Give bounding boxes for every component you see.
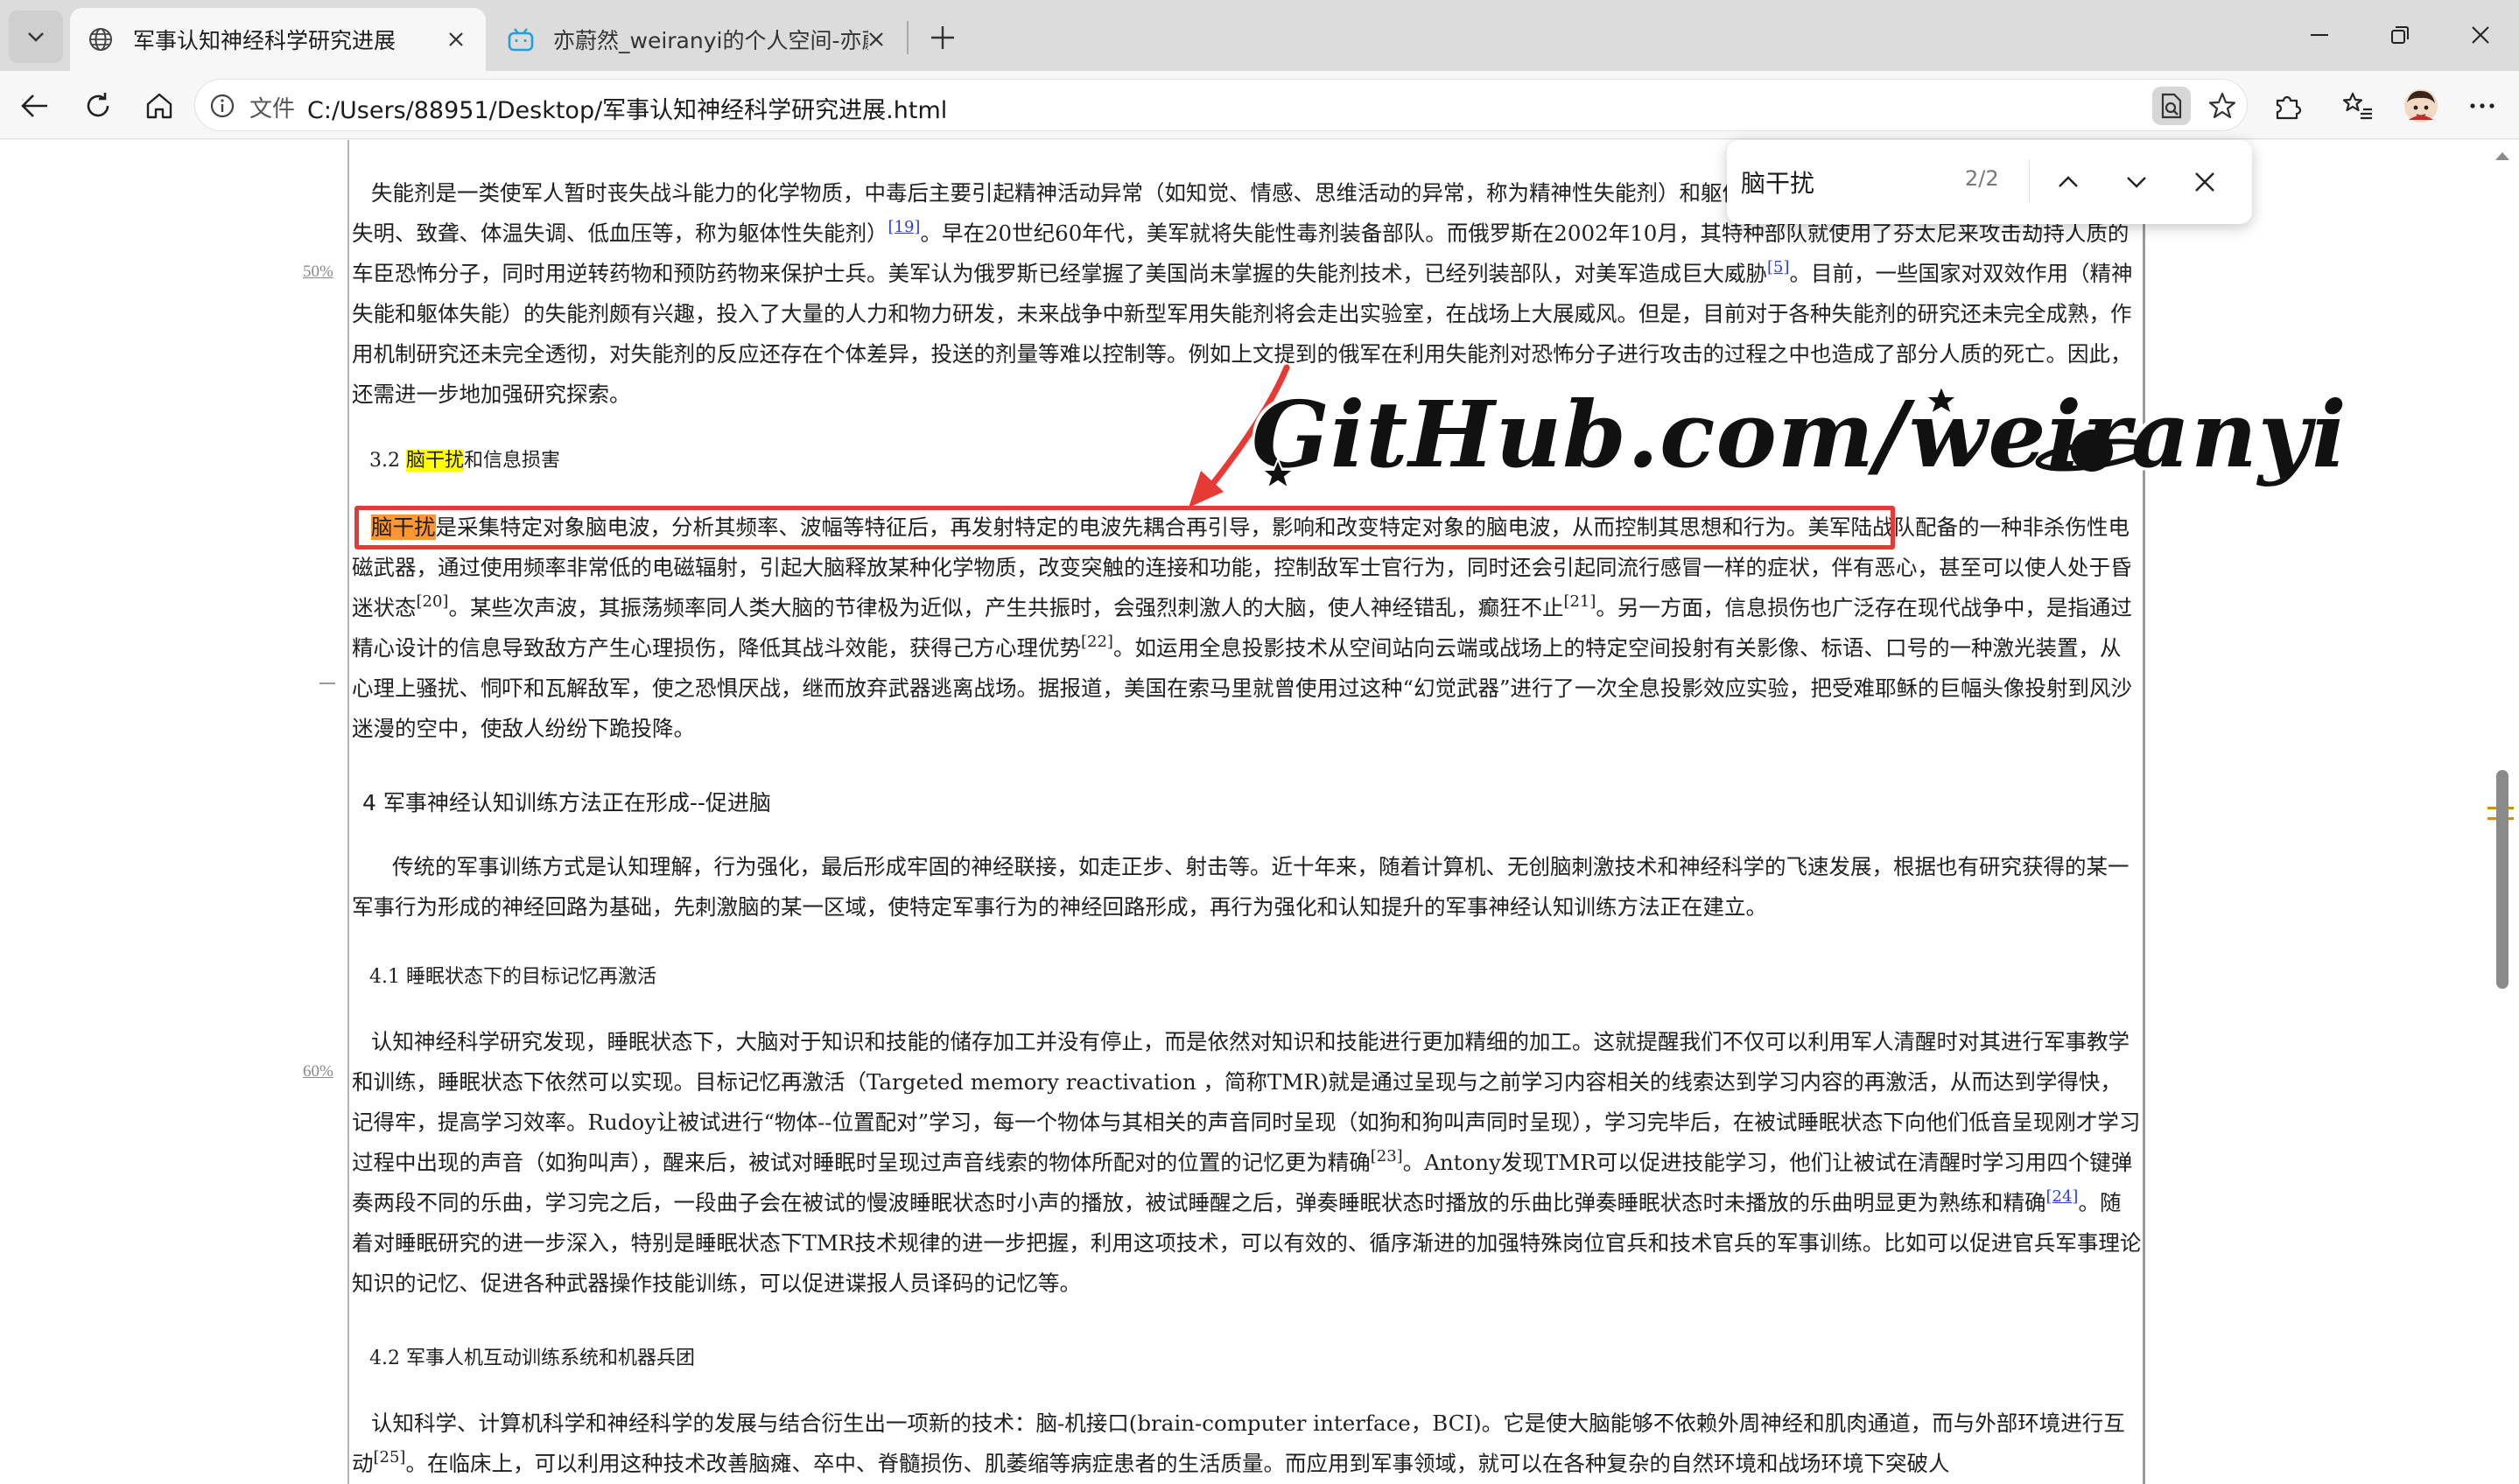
margin-dash xyxy=(319,682,335,684)
section-heading-4-2: 4.2 军事人机互动训练系统和机器兵团 xyxy=(369,1348,695,1369)
close-icon xyxy=(2195,172,2214,192)
find-input[interactable]: 脑干扰 xyxy=(1741,164,1814,200)
footnote-ref-text: [20] xyxy=(416,592,449,611)
globe-icon xyxy=(86,24,116,54)
profile-button[interactable] xyxy=(2398,83,2444,129)
chevron-down-icon xyxy=(2127,177,2146,188)
annotation-box xyxy=(354,506,1895,550)
tab-title: 军事认知神经科学研究进展 xyxy=(133,28,396,53)
scroll-up-arrow-icon[interactable] xyxy=(2493,149,2512,163)
section-heading-3-2: 3.2 脑干扰和信息损害 xyxy=(369,444,560,472)
section-heading-4: 4 军事神经认知训练方法正在形成--促进脑 xyxy=(362,790,771,816)
vertical-scrollbar[interactable] xyxy=(2486,140,2519,1484)
heading-number: 3.2 xyxy=(369,450,406,472)
footnote-ref[interactable]: [23] xyxy=(1371,1147,1403,1166)
footnote-ref[interactable]: [20] xyxy=(417,592,449,611)
tab-strip: 军事认知神经科学研究进展 亦蔚然_weiranyi的个人空间-亦蔚然 xyxy=(0,0,2519,71)
back-button[interactable] xyxy=(12,83,58,129)
footnote-ref[interactable]: [21] xyxy=(1563,592,1596,611)
footnote-ref-text: [21] xyxy=(1563,592,1596,611)
avatar xyxy=(2404,89,2438,122)
info-icon[interactable] xyxy=(209,93,235,119)
margin-note[interactable]: 60% xyxy=(303,1062,333,1082)
footnote-ref-link[interactable]: [24] xyxy=(2046,1187,2079,1206)
bilibili-icon xyxy=(506,24,536,54)
favorites-list-icon xyxy=(2342,92,2372,120)
tab-actions-button[interactable] xyxy=(9,10,63,63)
heading-text: 和信息损害 xyxy=(464,450,561,472)
footnote-ref-link[interactable]: [5] xyxy=(1767,258,1790,276)
find-in-page-icon[interactable] xyxy=(2152,87,2191,125)
tab-active[interactable]: 军事认知神经科学研究进展 xyxy=(70,8,486,71)
paragraph-training-methods: 传统的军事训练方式是认知理解，行为强化，最后形成牢固的神经联接，如走正步、射击等… xyxy=(352,854,2130,920)
home-icon xyxy=(146,93,172,119)
planet-icon xyxy=(1926,383,2149,472)
document-left-border xyxy=(347,140,349,1484)
chevron-up-icon xyxy=(2059,176,2078,187)
scroll-thumb[interactable] xyxy=(2496,770,2508,989)
previous-match-button[interactable] xyxy=(2045,159,2091,205)
tab-inactive[interactable]: 亦蔚然_weiranyi的个人空间-亦蔚然 xyxy=(490,8,906,71)
file-scheme-label: 文件 xyxy=(249,96,296,122)
back-arrow-icon xyxy=(21,94,47,117)
watermark-text: GitHub.com/weiranyi xyxy=(1252,381,2347,488)
settings-more-button[interactable] xyxy=(2459,83,2505,129)
minimize-button[interactable] xyxy=(2293,12,2346,58)
tab-title: 亦蔚然_weiranyi的个人空间-亦蔚然 xyxy=(553,28,868,53)
close-window-button[interactable] xyxy=(2454,12,2507,58)
url-text[interactable]: C:/Users/88951/Desktop/军事认知神经科学研究进展.html xyxy=(307,91,947,125)
footnote-ref-text: [23] xyxy=(1370,1147,1403,1166)
new-tab-button[interactable] xyxy=(921,16,965,60)
footnote-ref-text: [25] xyxy=(373,1448,406,1466)
extensions-button[interactable] xyxy=(2265,83,2311,129)
page-viewport: 50% 60% 失能剂是一类使军人暂时丧失战斗能力的化学物质，中毒后主要引起精神… xyxy=(0,140,2519,1484)
favorite-star-icon[interactable] xyxy=(2203,87,2242,125)
close-find-button[interactable] xyxy=(2182,159,2228,205)
puzzle-icon xyxy=(2276,95,2302,120)
close-icon xyxy=(2472,26,2489,44)
match-count: 2/2 xyxy=(1965,166,1999,191)
margin-note[interactable]: 50% xyxy=(303,262,333,282)
tab-separator xyxy=(907,21,909,54)
footnote-ref[interactable]: [5] xyxy=(1767,258,1790,276)
footnote-ref-text: [22] xyxy=(1081,633,1113,651)
next-match-button[interactable] xyxy=(2114,159,2159,205)
refresh-icon xyxy=(87,93,109,117)
browser-window: 军事认知神经科学研究进展 亦蔚然_weiranyi的个人空间-亦蔚然 xyxy=(0,0,2519,1484)
plus-icon xyxy=(931,26,954,49)
home-button[interactable] xyxy=(137,83,182,129)
close-tab-icon[interactable] xyxy=(442,25,470,53)
document-right-border xyxy=(2143,140,2145,1484)
footnote-ref[interactable]: [24] xyxy=(2046,1187,2079,1206)
restore-button[interactable] xyxy=(2374,12,2426,58)
chevron-down-icon xyxy=(28,32,44,42)
paragraph-bci: 认知科学、计算机科学和神经科学的发展与结合衍生出一项新的技术：脑-机接口(bra… xyxy=(352,1404,2142,1484)
address-bar[interactable]: 文件 C:/Users/88951/Desktop/军事认知神经科学研究进展.h… xyxy=(194,79,2248,131)
paragraph-text: 。某些次声波，其振荡频率同人类大脑的节律极为近似，产生共振时，会强烈刺激人的大脑… xyxy=(448,595,1564,620)
find-separator xyxy=(2029,159,2030,203)
restore-icon xyxy=(2391,26,2409,44)
search-highlight: 脑干扰 xyxy=(405,450,464,472)
find-bar: 脑干扰 2/2 xyxy=(1727,140,2252,224)
footnote-ref[interactable]: [22] xyxy=(1081,633,1113,651)
paragraph-text: 。在临床上，可以利用这种技术改善脑瘫、卒中、脊髓损伤、肌萎缩等病症患者的生活质量… xyxy=(405,1451,1950,1476)
footnote-ref-link[interactable]: [19] xyxy=(888,218,921,236)
footnote-ref[interactable]: [25] xyxy=(374,1448,406,1466)
section-heading-4-1: 4.1 睡眠状态下的目标记忆再激活 xyxy=(369,966,656,988)
footnote-ref[interactable]: [19] xyxy=(888,218,921,236)
minimize-icon xyxy=(2311,34,2328,36)
star-icon xyxy=(1260,457,1295,491)
paragraph-sleep-memory: 认知神经科学研究发现，睡眠状态下，大脑对于知识和技能的储存加工并没有停止，而是依… xyxy=(352,1022,2142,1304)
more-dots-icon xyxy=(2470,103,2494,108)
close-tab-icon[interactable] xyxy=(862,25,890,53)
favorites-button[interactable] xyxy=(2335,83,2381,129)
navigation-toolbar: 文件 C:/Users/88951/Desktop/军事认知神经科学研究进展.h… xyxy=(0,71,2519,139)
refresh-button[interactable] xyxy=(75,83,121,129)
